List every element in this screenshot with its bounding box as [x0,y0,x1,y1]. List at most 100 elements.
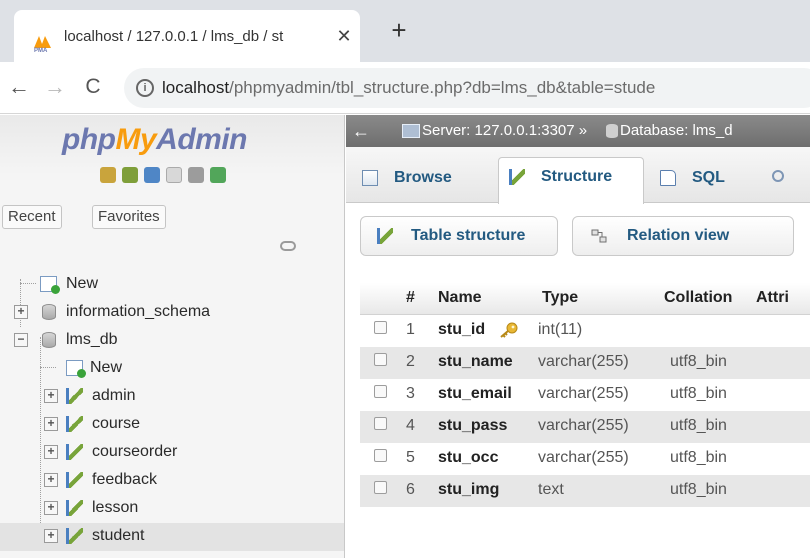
database-icon [42,332,56,348]
logo-php: php [62,123,116,156]
table-icon [66,528,83,544]
row-checkbox[interactable] [374,321,387,334]
structure-icon [509,169,525,185]
row-checkbox[interactable] [374,481,387,494]
table-row[interactable]: 4 stu_pass varchar(255) utf8_bin [360,411,810,443]
expand-icon[interactable]: + [44,389,58,403]
column-header-number: # [406,289,415,306]
column-header-name[interactable]: Name [438,289,482,307]
tree-item-new[interactable]: New [0,271,344,299]
expand-icon[interactable]: + [44,445,58,459]
breadcrumb-database[interactable]: Database: lms_d [620,115,733,147]
tab-browse[interactable]: Browse [358,159,488,203]
tab-title: localhost / 127.0.0.1 / lms_db / st [64,28,284,45]
tab-search[interactable] [770,159,810,203]
cell-name: stu_occ [438,449,499,466]
svg-text:PMA: PMA [34,48,48,52]
new-icon [66,360,86,378]
link-with-main-icon[interactable] [280,241,296,251]
breadcrumb-server[interactable]: Server: 127.0.0.1:3307 » [422,115,587,147]
relation-view-button[interactable]: Relation view [572,216,794,256]
tree-item-table-courseorder[interactable]: + courseorder [0,439,344,467]
cell-name: stu_pass [438,417,508,434]
tree-item-table-lesson[interactable]: + lesson [0,495,344,523]
back-icon[interactable]: ← [6,74,32,100]
table-icon [66,500,83,516]
expand-icon[interactable]: + [44,501,58,515]
favorites-tab[interactable]: Favorites [92,205,166,229]
tab-structure[interactable]: Structure [498,157,644,204]
table-row[interactable]: 2 stu_name varchar(255) utf8_bin [360,347,810,379]
recent-tab[interactable]: Recent [2,205,62,229]
database-icon[interactable] [122,167,138,183]
database-icon [606,124,618,138]
tree-item-table-student[interactable]: + student [0,523,344,551]
row-checkbox[interactable] [374,353,387,366]
browser-tab[interactable]: PMA localhost / 127.0.0.1 / lms_db / st … [14,10,360,62]
column-header-type[interactable]: Type [542,289,578,307]
collapse-navigation-icon[interactable]: ← [352,115,372,147]
home-icon[interactable] [100,167,116,183]
site-info-icon[interactable]: i [136,79,154,97]
primary-key-icon [500,322,518,338]
reload-icon[interactable]: C [80,74,106,100]
cell-collation: utf8_bin [670,481,727,498]
new-icon [40,276,60,294]
tree-item-table-admin[interactable]: + admin [0,383,344,411]
cell-type: varchar(255) [538,449,629,466]
cell-number: 1 [406,321,415,338]
column-header-collation[interactable]: Collation [664,289,732,307]
row-checkbox[interactable] [374,417,387,430]
cell-number: 6 [406,481,415,498]
cell-type: text [538,481,564,498]
tree-item-lms-db[interactable]: − lms_db [0,327,344,355]
row-checkbox[interactable] [374,385,387,398]
table-row[interactable]: 6 stu_img text utf8_bin [360,475,810,507]
tab-label: Browse [394,169,452,186]
settings-icon[interactable] [188,167,204,183]
server-icon [402,124,420,138]
cell-name: stu_id [438,321,486,338]
relation-view-icon [591,229,607,243]
tree-item-new-table[interactable]: New [0,355,344,383]
column-header-attributes[interactable]: Attri [756,289,789,307]
tree-item-label: feedback [92,471,157,488]
tree-item-table-feedback[interactable]: + feedback [0,467,344,495]
new-tab-icon[interactable]: + [386,17,412,44]
row-checkbox[interactable] [374,449,387,462]
table-structure-button[interactable]: Table structure [360,216,558,256]
tree-item-label: lesson [92,499,139,516]
address-bar[interactable]: i localhost/phpmyadmin/tbl_structure.php… [124,68,810,108]
expand-icon[interactable]: + [44,417,58,431]
tab-sql[interactable]: SQL [654,159,750,203]
url-text[interactable]: localhost/phpmyadmin/tbl_structure.php?d… [162,78,655,98]
expand-icon[interactable]: + [14,305,28,319]
breadcrumb: ← Server: 127.0.0.1:3307 » Database: lms… [346,115,810,147]
phpmyadmin-logo[interactable]: phpMyAdmin [62,123,247,157]
tab-label: SQL [692,169,725,186]
table-icon [66,472,83,488]
expand-icon[interactable]: + [44,529,58,543]
table-row[interactable]: 3 stu_email varchar(255) utf8_bin [360,379,810,411]
cell-type: int(11) [538,321,583,338]
sql-icon [660,170,676,186]
tree-item-information-schema[interactable]: + information_schema [0,299,344,327]
expand-icon[interactable]: + [44,473,58,487]
main-tabs: Browse Structure SQL [346,147,810,204]
logo-admin: Admin [156,123,247,156]
table-icon [66,388,83,404]
url-path: /phpmyadmin/tbl_structure.php?db=lms_db&… [229,78,656,97]
docs-icon[interactable] [166,167,182,183]
tree-item-table-course[interactable]: + course [0,411,344,439]
cell-number: 5 [406,449,415,466]
main-content: ← Server: 127.0.0.1:3307 » Database: lms… [346,115,810,558]
table-row[interactable]: 1 stu_id int(11) [360,315,810,347]
forward-icon[interactable]: → [42,74,68,100]
logo-my: My [115,123,157,156]
reload-navigation-icon[interactable] [210,167,226,183]
phpmyadmin-favicon-icon: PMA [34,36,51,52]
help-icon[interactable] [144,167,160,183]
table-row[interactable]: 5 stu_occ varchar(255) utf8_bin [360,443,810,475]
collapse-icon[interactable]: − [14,333,28,347]
tab-close-icon[interactable]: ✕ [332,24,356,48]
